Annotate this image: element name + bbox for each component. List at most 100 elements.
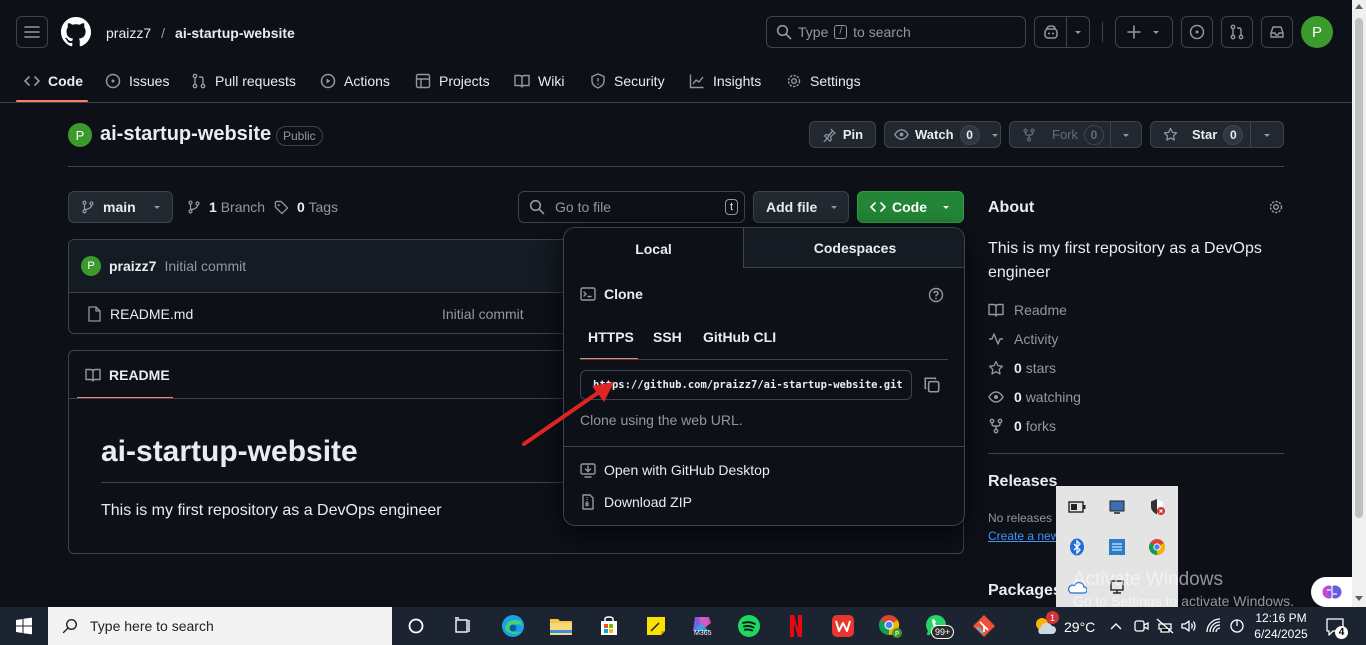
go-to-file-input[interactable]: Go to file t [518,191,745,223]
chrome-icon[interactable] [1147,537,1167,557]
scrollbar-down-arrow[interactable] [1355,596,1363,601]
pin-button[interactable]: Pin [809,121,876,148]
file-name[interactable]: README.md [110,306,193,322]
wps-office-icon[interactable] [824,607,862,645]
open-desktop-link[interactable]: Open with GitHub Desktop [580,462,770,478]
proto-tab-ssh[interactable]: SSH [653,329,682,345]
file-commit-message[interactable]: Initial commit [442,306,524,322]
go-to-file-placeholder: Go to file [555,199,612,215]
copy-icon[interactable] [923,376,941,394]
tab-settings[interactable]: Settings [786,70,861,92]
star-button[interactable]: Star 0 [1150,121,1251,148]
chevron-down-icon[interactable] [1067,17,1089,47]
tab-issues[interactable]: Issues [105,70,169,92]
display-icon[interactable] [1107,497,1127,517]
edge-icon[interactable] [494,607,532,645]
fork-dropdown-button[interactable] [1110,121,1142,148]
copilot-icon[interactable] [1035,17,1067,47]
battery-icon[interactable] [1067,497,1087,517]
open-desktop-label: Open with GitHub Desktop [604,462,770,478]
windows-start-icon[interactable] [5,607,43,645]
tab-wiki[interactable]: Wiki [514,70,564,92]
tab-security[interactable]: Security [590,70,665,92]
menu-button[interactable] [16,16,48,48]
breadcrumb-repo[interactable]: ai-startup-website [175,25,295,41]
clone-url: https://github.com/praizz7/ai-startup-we… [593,379,903,391]
git-tool-icon[interactable] [965,607,1003,645]
file-explorer-icon[interactable] [542,607,580,645]
code-button[interactable]: Code [857,191,964,223]
proto-tab-https[interactable]: HTTPS [588,329,634,345]
issues-header-button[interactable] [1181,16,1213,48]
chrome-profile-icon[interactable]: P [871,607,909,645]
bluetooth-icon[interactable] [1067,537,1087,557]
tab-local[interactable]: Local [564,228,744,269]
create-release-link[interactable]: Create a new [988,529,1059,543]
tab-codespaces[interactable]: Codespaces [744,228,964,268]
scrollbar-thumb[interactable] [1355,18,1363,518]
microsoft-store-icon[interactable] [590,607,628,645]
create-new-button[interactable] [1115,16,1173,48]
add-file-button[interactable]: Add file [753,191,849,223]
search-input[interactable]: Type / to search [766,16,1026,48]
netflix-icon[interactable] [777,607,815,645]
volume-icon[interactable] [1180,617,1198,635]
watch-button[interactable]: Watch 0 [884,121,1001,148]
fork-button[interactable]: Fork 0 [1009,121,1111,148]
releases-title[interactable]: Releases [988,473,1057,491]
help-icon[interactable] [928,287,944,303]
branch-selector[interactable]: main [68,191,173,223]
sticky-notes-icon[interactable] [637,607,675,645]
taskbar-search-input[interactable]: Type here to search [48,607,392,645]
about-forks-link[interactable]: 0 forks [988,418,1056,434]
tab-pull-requests[interactable]: Pull requests [191,70,296,92]
page-scrollbar[interactable] [1352,0,1366,607]
weather-icon[interactable]: 1 [1026,607,1064,645]
about-activity-link[interactable]: Activity [988,331,1058,347]
github-logo-icon[interactable] [61,17,91,47]
tags-link[interactable]: 0 Tags [274,199,338,215]
about-watching-link[interactable]: 0 watching [988,389,1081,405]
m365-icon[interactable]: M365 [683,607,721,645]
clone-url-input[interactable]: https://github.com/praizz7/ai-startup-we… [580,370,912,400]
user-avatar[interactable]: P [1301,16,1333,48]
repo-owner-avatar[interactable]: P [68,123,92,147]
cortana-icon[interactable] [397,607,435,645]
about-settings-icon[interactable] [1268,199,1284,215]
commit-author-avatar[interactable]: P [81,256,101,276]
repo-name[interactable]: ai-startup-website [100,123,271,146]
tab-insights[interactable]: Insights [689,70,761,92]
pull-requests-header-button[interactable] [1221,16,1253,48]
about-readme-link[interactable]: Readme [988,302,1067,318]
about-stars-link[interactable]: 0 stars [988,360,1056,376]
branches-link[interactable]: 1 Branch [187,199,265,215]
packages-title[interactable]: Packages [988,582,1062,600]
tab-code[interactable]: Code [24,70,83,92]
notification-center-icon[interactable]: 4 [1324,615,1348,639]
commit-author[interactable]: praizz7 [109,258,156,274]
inbox-button[interactable] [1261,16,1293,48]
meet-now-icon[interactable] [1132,617,1150,635]
network-app-icon[interactable] [1107,537,1127,557]
network-disconnected-icon[interactable] [1155,617,1175,635]
whatsapp-icon[interactable]: 99+ [918,607,956,645]
wifi-icon[interactable] [1205,617,1223,635]
star-dropdown-button[interactable] [1250,121,1284,148]
tab-projects[interactable]: Projects [415,70,490,92]
security-shield-icon[interactable] [1147,497,1167,517]
download-zip-link[interactable]: Download ZIP [580,494,692,510]
readme-tab[interactable]: README [85,367,170,383]
battery-saver-icon[interactable] [1229,617,1245,635]
breadcrumb-owner[interactable]: praizz7 [106,25,151,41]
tab-actions[interactable]: Actions [320,70,390,92]
clock[interactable]: 12:16 PM 6/24/2025 [1250,610,1312,644]
task-view-icon[interactable] [444,607,482,645]
temperature[interactable]: 29°C [1064,619,1095,635]
commit-message[interactable]: Initial commit [164,258,246,274]
scrollbar-up-arrow[interactable] [1355,4,1363,9]
pin-label: Pin [842,127,864,142]
tray-chevron-up-icon[interactable] [1108,617,1124,635]
assistant-bubble[interactable] [1311,577,1352,607]
spotify-icon[interactable] [730,607,768,645]
proto-tab-cli[interactable]: GitHub CLI [703,329,776,345]
